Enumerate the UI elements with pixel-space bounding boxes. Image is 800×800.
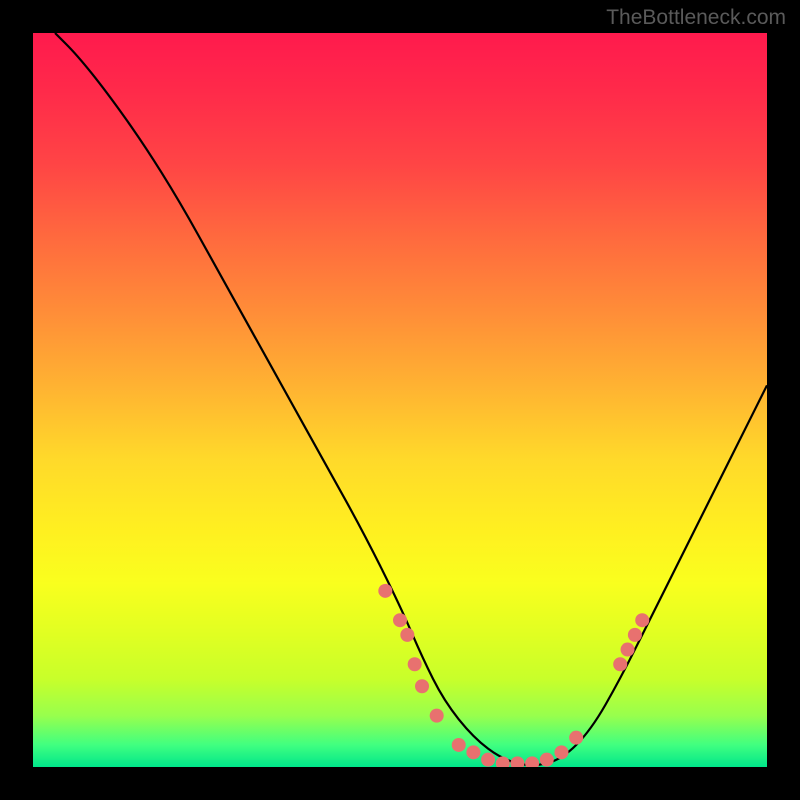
data-point	[415, 679, 429, 693]
curve-line	[55, 33, 767, 765]
data-point	[628, 628, 642, 642]
chart-container: TheBottleneck.com	[0, 0, 800, 800]
data-point	[569, 731, 583, 745]
data-point	[481, 753, 495, 767]
data-point	[613, 657, 627, 671]
data-point	[400, 628, 414, 642]
curve-svg	[33, 33, 767, 767]
data-point	[635, 613, 649, 627]
data-point	[496, 756, 510, 767]
data-point	[621, 643, 635, 657]
data-point	[466, 745, 480, 759]
curve-points	[378, 584, 649, 767]
data-point	[525, 756, 539, 767]
data-point	[554, 745, 568, 759]
data-point	[393, 613, 407, 627]
data-point	[408, 657, 422, 671]
data-point	[430, 709, 444, 723]
plot-area	[33, 33, 767, 767]
data-point	[540, 753, 554, 767]
data-point	[452, 738, 466, 752]
data-point	[510, 756, 524, 767]
watermark-text: TheBottleneck.com	[606, 6, 786, 30]
data-point	[378, 584, 392, 598]
